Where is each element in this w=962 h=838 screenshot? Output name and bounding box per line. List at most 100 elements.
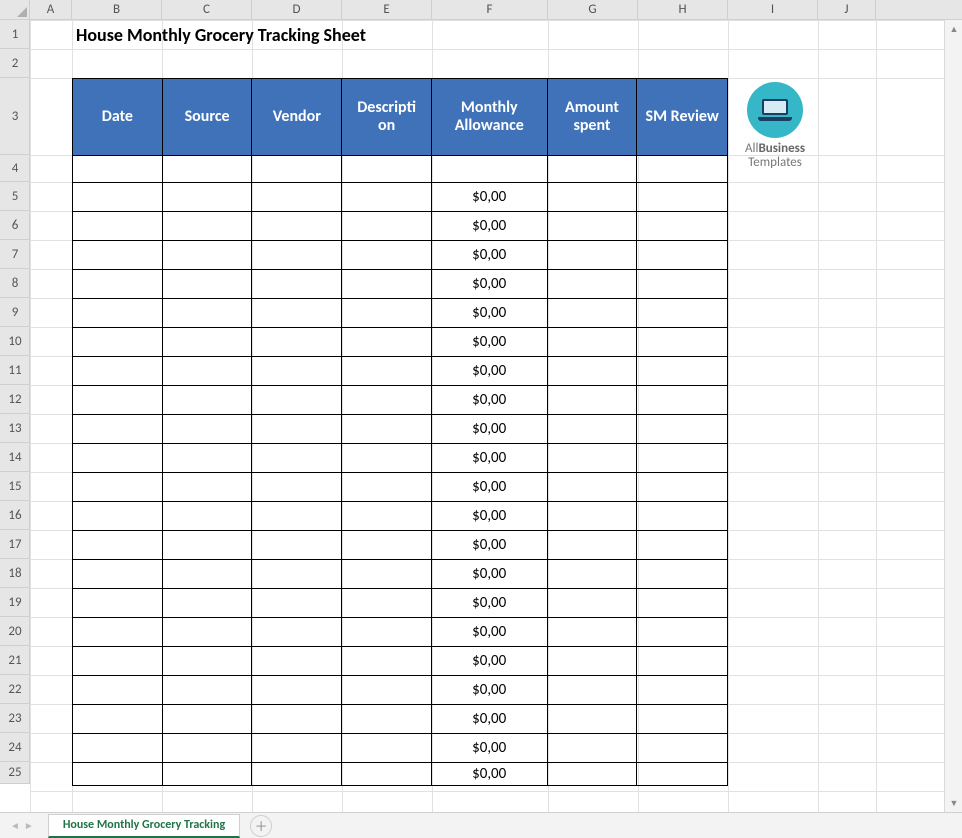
table-cell[interactable] bbox=[637, 212, 727, 241]
table-cell[interactable] bbox=[73, 357, 163, 386]
table-cell[interactable] bbox=[73, 386, 163, 415]
table-cell[interactable] bbox=[163, 386, 253, 415]
row-header-3[interactable]: 3 bbox=[0, 78, 30, 155]
table-cell[interactable] bbox=[163, 415, 253, 444]
table-cell[interactable] bbox=[342, 560, 432, 589]
row-header-10[interactable]: 10 bbox=[0, 327, 30, 356]
row-header-8[interactable]: 8 bbox=[0, 269, 30, 298]
table-cell[interactable] bbox=[252, 618, 342, 647]
table-cell[interactable] bbox=[548, 415, 638, 444]
table-cell[interactable] bbox=[163, 705, 253, 734]
table-cell[interactable] bbox=[548, 270, 638, 299]
table-cell[interactable] bbox=[637, 156, 727, 183]
table-cell[interactable] bbox=[637, 473, 727, 502]
table-row[interactable]: $0,00 bbox=[73, 183, 727, 212]
table-cell[interactable] bbox=[73, 763, 163, 785]
table-cell[interactable] bbox=[548, 531, 638, 560]
table-cell[interactable] bbox=[73, 415, 163, 444]
row-header-20[interactable]: 20 bbox=[0, 617, 30, 646]
table-cell[interactable] bbox=[637, 676, 727, 705]
table-cell[interactable] bbox=[163, 531, 253, 560]
table-cell[interactable] bbox=[342, 444, 432, 473]
row-header-23[interactable]: 23 bbox=[0, 704, 30, 733]
col-header-G[interactable]: G bbox=[548, 0, 638, 20]
table-cell[interactable] bbox=[548, 357, 638, 386]
table-cell[interactable] bbox=[342, 328, 432, 357]
table-row[interactable]: $0,00 bbox=[73, 705, 727, 734]
table-cell[interactable] bbox=[163, 212, 253, 241]
table-cell[interactable] bbox=[342, 531, 432, 560]
table-cell[interactable] bbox=[342, 183, 432, 212]
table-row[interactable]: $0,00 bbox=[73, 299, 727, 328]
table-cell[interactable] bbox=[163, 156, 253, 183]
table-cell[interactable]: $0,00 bbox=[432, 676, 548, 705]
table-cell[interactable] bbox=[637, 270, 727, 299]
table-cell[interactable] bbox=[637, 589, 727, 618]
row-header-6[interactable]: 6 bbox=[0, 211, 30, 240]
table-cell[interactable] bbox=[637, 299, 727, 328]
table-cell[interactable] bbox=[73, 560, 163, 589]
table-cell[interactable] bbox=[548, 676, 638, 705]
table-cell[interactable] bbox=[163, 647, 253, 676]
table-cell[interactable] bbox=[637, 502, 727, 531]
row-header-16[interactable]: 16 bbox=[0, 501, 30, 530]
table-cell[interactable] bbox=[73, 676, 163, 705]
table-cell[interactable] bbox=[342, 299, 432, 328]
table-cell[interactable] bbox=[252, 589, 342, 618]
table-cell[interactable] bbox=[73, 705, 163, 734]
table-cell[interactable]: $0,00 bbox=[432, 502, 548, 531]
table-cell[interactable] bbox=[73, 734, 163, 763]
table-row[interactable]: $0,00 bbox=[73, 357, 727, 386]
table-cell[interactable] bbox=[637, 734, 727, 763]
table-cell[interactable] bbox=[342, 473, 432, 502]
table-cell[interactable]: $0,00 bbox=[432, 241, 548, 270]
tab-prev-icon[interactable]: ◄ bbox=[10, 819, 20, 832]
table-cell[interactable] bbox=[163, 589, 253, 618]
table-cell[interactable] bbox=[548, 328, 638, 357]
table-cell[interactable] bbox=[163, 444, 253, 473]
table-cell[interactable] bbox=[163, 763, 253, 785]
table-cell[interactable]: $0,00 bbox=[432, 531, 548, 560]
table-cell[interactable] bbox=[548, 734, 638, 763]
table-row[interactable]: $0,00 bbox=[73, 212, 727, 241]
tab-next-icon[interactable]: ► bbox=[24, 819, 34, 832]
table-cell[interactable]: $0,00 bbox=[432, 705, 548, 734]
table-cell[interactable] bbox=[252, 156, 342, 183]
table-cell[interactable] bbox=[252, 676, 342, 705]
table-cell[interactable] bbox=[252, 328, 342, 357]
table-row[interactable]: $0,00 bbox=[73, 618, 727, 647]
table-cell[interactable]: $0,00 bbox=[432, 618, 548, 647]
table-row[interactable]: $0,00 bbox=[73, 676, 727, 705]
row-header-12[interactable]: 12 bbox=[0, 385, 30, 414]
table-cell[interactable] bbox=[73, 156, 163, 183]
table-cell[interactable] bbox=[342, 212, 432, 241]
table-row[interactable]: $0,00 bbox=[73, 270, 727, 299]
col-header-F[interactable]: F bbox=[432, 0, 548, 20]
table-cell[interactable] bbox=[637, 357, 727, 386]
table-row[interactable]: $0,00 bbox=[73, 531, 727, 560]
table-cell[interactable]: $0,00 bbox=[432, 734, 548, 763]
table-row[interactable]: $0,00 bbox=[73, 444, 727, 473]
table-cell[interactable] bbox=[342, 241, 432, 270]
sheet-tab-active[interactable]: House Monthly Grocery Tracking bbox=[48, 814, 240, 838]
table-cell[interactable] bbox=[73, 589, 163, 618]
table-cell[interactable] bbox=[73, 183, 163, 212]
table-cell[interactable] bbox=[252, 560, 342, 589]
table-cell[interactable] bbox=[637, 386, 727, 415]
table-cell[interactable] bbox=[548, 444, 638, 473]
add-sheet-button[interactable]: ＋ bbox=[250, 815, 272, 837]
table-row[interactable]: $0,00 bbox=[73, 589, 727, 618]
table-cell[interactable] bbox=[548, 618, 638, 647]
table-cell[interactable] bbox=[432, 156, 548, 183]
vertical-scrollbar[interactable]: ▲ ▼ bbox=[944, 20, 962, 812]
table-cell[interactable]: $0,00 bbox=[432, 328, 548, 357]
col-header-A[interactable]: A bbox=[30, 0, 72, 20]
table-cell[interactable] bbox=[252, 444, 342, 473]
table-cell[interactable] bbox=[342, 415, 432, 444]
table-cell[interactable] bbox=[163, 357, 253, 386]
table-cell[interactable] bbox=[342, 589, 432, 618]
table-cell[interactable] bbox=[637, 415, 727, 444]
row-header-24[interactable]: 24 bbox=[0, 733, 30, 762]
select-all-corner[interactable] bbox=[0, 0, 30, 20]
table-cell[interactable] bbox=[252, 241, 342, 270]
